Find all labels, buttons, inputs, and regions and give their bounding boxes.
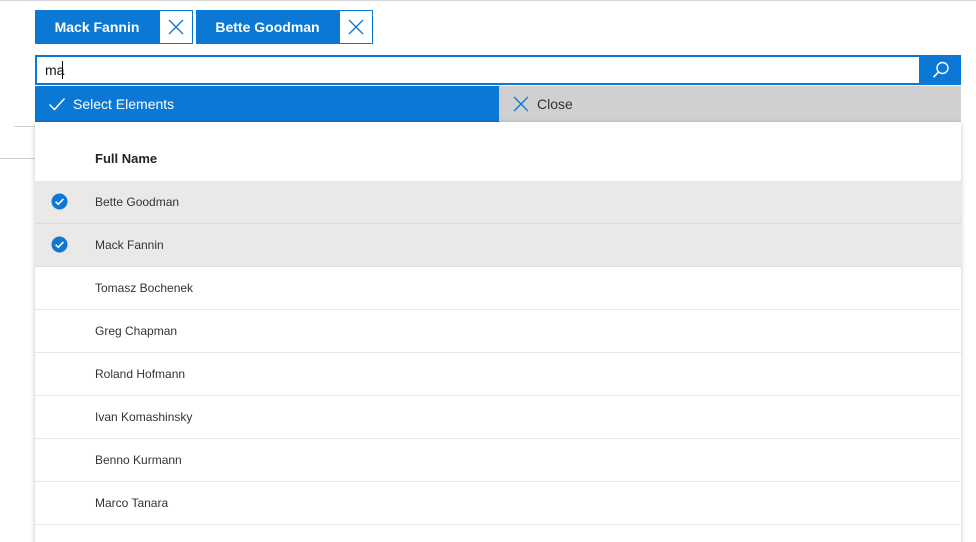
row-name: Bette Goodman <box>95 195 180 209</box>
search-input[interactable] <box>35 55 921 85</box>
close-button[interactable]: Close <box>499 86 961 122</box>
search-button[interactable] <box>921 55 961 85</box>
row-name: Tomasz Bochenek <box>95 281 194 295</box>
checked-circle-icon[interactable] <box>51 193 68 210</box>
search-icon <box>932 61 949 78</box>
text-caret <box>62 61 63 79</box>
close-label: Close <box>537 96 573 112</box>
close-icon <box>348 19 364 35</box>
background-divider <box>14 126 36 127</box>
top-divider <box>0 0 976 1</box>
checked-circle-icon[interactable] <box>51 236 68 253</box>
chip-remove-button[interactable] <box>339 10 373 44</box>
column-header-full-name[interactable]: Full Name <box>95 151 157 166</box>
close-icon <box>168 19 184 35</box>
row-name: Mack Fannin <box>95 238 164 252</box>
row-name: Benno Kurmann <box>95 453 182 467</box>
chip-label: Mack Fannin <box>35 10 159 44</box>
checkmark-icon <box>47 94 67 114</box>
table-row[interactable]: Greg Chapman <box>35 310 961 353</box>
table-row[interactable]: Tomasz Bochenek <box>35 267 961 310</box>
close-icon <box>511 94 531 114</box>
people-picker-page: Mack Fannin Bette Goodman Select Element <box>0 0 976 542</box>
select-elements-label: Select Elements <box>73 96 175 112</box>
selected-chip: Mack Fannin <box>35 10 193 44</box>
results-panel: Full Name Bette Goodman Mack Fannin Toma… <box>35 122 961 542</box>
table-row[interactable]: Marco Tanara <box>35 482 961 525</box>
row-name: Greg Chapman <box>95 324 178 338</box>
row-name: Roland Hofmann <box>95 367 186 381</box>
chip-label: Bette Goodman <box>196 10 339 44</box>
select-elements-button[interactable]: Select Elements <box>35 86 499 122</box>
table-row[interactable]: Benno Kurmann <box>35 439 961 482</box>
action-bar: Select Elements Close <box>35 86 961 122</box>
table-row[interactable]: Bette Goodman <box>35 181 961 224</box>
chip-remove-button[interactable] <box>159 10 193 44</box>
table-row[interactable]: Mack Fannin <box>35 224 961 267</box>
table-row[interactable]: Ivan Komashinsky <box>35 396 961 439</box>
selected-chip: Bette Goodman <box>196 10 373 44</box>
results-list: Bette Goodman Mack Fannin Tomasz Bochene… <box>35 181 961 542</box>
row-name: Ivan Komashinsky <box>95 410 193 424</box>
table-row[interactable]: Roland Hofmann <box>35 353 961 396</box>
table-row[interactable] <box>35 525 961 542</box>
row-name: Marco Tanara <box>95 496 169 510</box>
background-divider <box>0 158 36 159</box>
